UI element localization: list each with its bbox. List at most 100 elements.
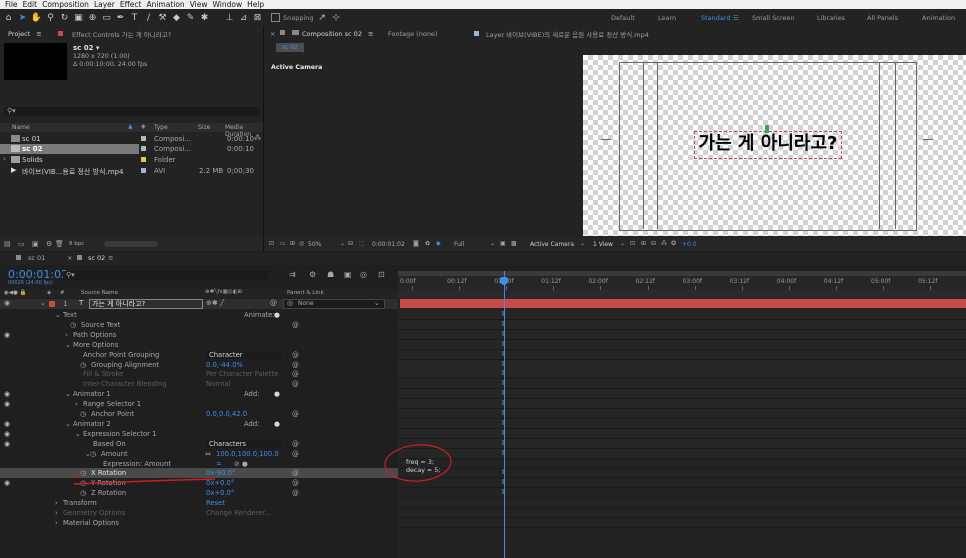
draft-3d-icon[interactable]: ⚙ — [309, 270, 316, 279]
rotate-tool-icon[interactable]: ↻ — [59, 12, 70, 23]
property-value[interactable]: 0.0,0.0,42.0 — [206, 409, 247, 419]
property-track[interactable]: I — [398, 339, 966, 350]
transparency-grid-icon[interactable]: ▩ — [511, 240, 517, 247]
close-tab-icon[interactable]: × — [67, 254, 72, 262]
property-track[interactable]: I — [398, 310, 966, 320]
current-time-indicator[interactable] — [504, 271, 505, 558]
expand-arrow-icon[interactable]: › — [55, 508, 58, 518]
menu-file[interactable]: File — [5, 0, 18, 9]
property-track[interactable]: I — [398, 418, 966, 429]
timeline-tab-sc02[interactable]: sc 02 — [88, 254, 105, 262]
expression-pickwhip-icon[interactable]: @ — [292, 360, 299, 370]
thumbnail-slider[interactable] — [104, 241, 158, 247]
expression-pickwhip-icon[interactable]: @ — [292, 488, 299, 498]
visibility-eye-icon[interactable]: ◉ — [4, 390, 10, 398]
constrain-proportions-icon[interactable]: ⇔ — [205, 449, 211, 459]
av-features-icons[interactable]: ◉◀● 🔒 — [4, 290, 26, 296]
property-row[interactable]: Anchor Point Grouping Character @ — [0, 350, 398, 360]
local-axis-icon[interactable]: ⊥ — [224, 12, 235, 23]
roto-brush-tool-icon[interactable]: ✎ — [185, 12, 196, 23]
delete-icon[interactable]: 🗑 — [55, 240, 64, 248]
property-row[interactable]: › Geometry Options Change Renderer... — [0, 508, 398, 518]
column-type[interactable]: Type — [154, 124, 168, 131]
visibility-eye-icon[interactable]: ◉ — [4, 479, 10, 487]
visibility-eye-icon[interactable]: ◉ — [4, 299, 10, 307]
visibility-eye-icon[interactable]: ◉ — [4, 420, 10, 428]
parent-link-header[interactable]: Parent & Link — [287, 290, 324, 296]
menu-animation[interactable]: Animation — [146, 0, 184, 9]
y-axis-gizmo-icon[interactable] — [765, 125, 769, 133]
project-item-selected[interactable]: sc 02 — [0, 144, 139, 154]
panel-menu-icon[interactable]: ≡ — [108, 254, 113, 262]
property-row[interactable]: ◷ Source Text @ — [0, 320, 398, 330]
project-tab[interactable]: Project ≡ — [8, 28, 42, 40]
effect-controls-tab[interactable]: Effect Controls 가는 게 아니라고? — [72, 28, 171, 40]
region-of-interest-icon[interactable]: ▣ — [500, 240, 506, 247]
stopwatch-icon[interactable]: ◷ — [70, 320, 76, 330]
toggle-transparency-icon[interactable]: ⬚ — [359, 240, 365, 247]
menu-composition[interactable]: Composition — [42, 0, 89, 9]
expand-arrow-icon[interactable]: ⌄ — [55, 310, 61, 320]
property-row[interactable]: ⌄ More Options — [0, 340, 398, 350]
property-value[interactable]: 0.0,-44.0% — [206, 360, 243, 370]
property-value[interactable]: Character — [206, 350, 281, 359]
menu-window[interactable]: Window — [213, 0, 243, 9]
expression-pickwhip-icon[interactable]: @ — [292, 350, 299, 360]
property-track[interactable]: I — [398, 359, 966, 370]
property-track[interactable]: I — [398, 428, 966, 439]
snapshot-icon[interactable]: ◙ — [413, 240, 419, 247]
label-column-icon[interactable]: ◈ — [141, 123, 146, 130]
project-search-input[interactable]: ⚲▾ — [4, 107, 259, 116]
exposure-value[interactable]: +0.0 — [682, 241, 697, 248]
current-time-display[interactable]: 0:00:01:02 — [372, 241, 405, 248]
color-channel-icon[interactable]: ◆ — [436, 240, 441, 247]
visibility-eye-icon[interactable]: ◉ — [4, 430, 10, 438]
column-size[interactable]: Size — [198, 124, 210, 131]
resolution-dropdown[interactable]: Full — [454, 241, 464, 248]
view-layout-dropdown[interactable]: 1 View — [593, 241, 613, 248]
selection-tool-icon[interactable]: ➤ — [17, 12, 28, 23]
property-track[interactable]: I — [398, 379, 966, 390]
expand-arrow-icon[interactable]: › — [65, 330, 68, 340]
property-value[interactable]: Normal — [206, 379, 231, 389]
workspace-default[interactable]: Default — [611, 9, 635, 26]
add-menu-icon[interactable]: ● — [274, 310, 280, 320]
property-track[interactable]: I — [398, 319, 966, 330]
motion-blur-icon[interactable]: ◎ — [360, 270, 367, 279]
pen-tool-icon[interactable]: ✒ — [115, 12, 126, 23]
eraser-tool-icon[interactable]: ◆ — [171, 12, 182, 23]
puppet-tool-icon[interactable]: ✱ — [199, 12, 210, 23]
workspace-learn[interactable]: Learn — [658, 9, 676, 26]
world-axis-icon[interactable]: ⊿ — [238, 12, 249, 23]
zoom-dropdown[interactable]: 50% — [308, 241, 321, 248]
property-track[interactable]: I — [398, 349, 966, 360]
expression-pickwhip-icon[interactable]: @ — [292, 478, 299, 488]
property-track[interactable]: I — [398, 478, 966, 489]
property-row[interactable]: Inter-Character Blending Normal @ — [0, 379, 398, 389]
workspace-animation[interactable]: Animation — [922, 9, 955, 26]
property-track[interactable]: I — [398, 399, 966, 410]
property-track[interactable] — [398, 518, 966, 528]
add-menu-icon[interactable]: ● — [274, 389, 280, 399]
switches-header-icons[interactable]: ⊕✱╲fx▦◎◐⊞ — [205, 289, 242, 295]
workspace-standard[interactable]: Standard — [701, 9, 731, 26]
timeline-tab-sc01[interactable]: sc 01 — [28, 254, 45, 262]
bpc-label[interactable]: 8 bpc — [69, 241, 84, 247]
add-animator-menu[interactable]: Add: — [244, 389, 259, 399]
footage-tab[interactable]: Footage (none) — [388, 28, 437, 40]
menu-effect[interactable]: Effect — [120, 0, 142, 9]
frame-blending-icon[interactable]: ▣ — [344, 270, 352, 279]
zoom-tool-icon[interactable]: ⚲ — [45, 12, 56, 23]
expression-pickwhip-icon[interactable]: @ — [292, 369, 299, 379]
stopwatch-icon[interactable]: ◷ — [90, 449, 96, 459]
expression-pickwhip-icon[interactable]: @ — [292, 468, 299, 478]
property-row[interactable]: Fill & Stroke Per Character Palette @ — [0, 369, 398, 379]
project-item[interactable]: › Solids Folder — [0, 155, 263, 165]
add-animator-menu[interactable]: Animate: — [244, 310, 275, 320]
source-name-header[interactable]: Source Name — [81, 290, 118, 296]
expand-arrow-icon[interactable]: › — [55, 518, 58, 528]
camera-dropdown[interactable]: Active Camera — [530, 241, 574, 248]
pickwhip-icon[interactable]: @ — [270, 299, 277, 307]
lock-icon[interactable] — [280, 30, 285, 35]
property-row[interactable]: ◉ ⌄ Animator 2 Add: ● — [0, 419, 398, 429]
